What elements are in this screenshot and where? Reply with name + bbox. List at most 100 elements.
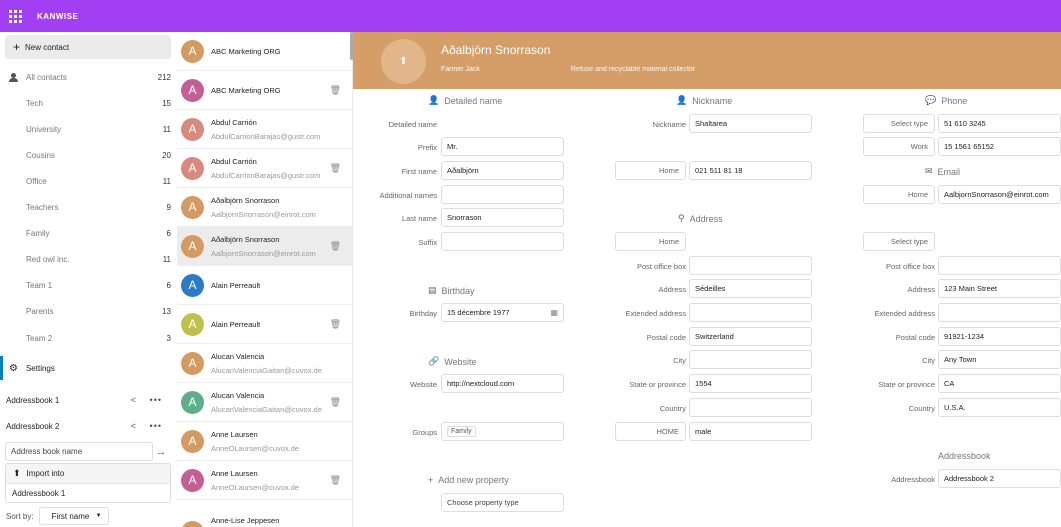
suffix-input[interactable] (441, 232, 564, 251)
contact-item[interactable]: A Alucan Valencia AlucanValenciaGaitan@c… (177, 344, 352, 383)
extended-address-input[interactable] (938, 303, 1061, 322)
nickname-home-input[interactable]: 021 511 81 18 (689, 161, 812, 180)
sidebar-item-tech[interactable]: Tech 15 (0, 93, 177, 113)
avatar: A (181, 429, 204, 453)
contact-title[interactable]: Refuse and recyclable material collector (571, 66, 695, 73)
postal-code-input[interactable]: Switzerland (689, 327, 812, 346)
contact-item[interactable]: A ABC Marketing ORG 🗑 (177, 71, 352, 110)
country-input[interactable] (689, 398, 812, 417)
sidebar-item-red-owl[interactable]: Red owl inc. 11 (0, 249, 177, 269)
sort-by-select[interactable]: First name ▼ (38, 507, 109, 525)
import-target-option[interactable]: Addressbook 1 (6, 484, 170, 503)
address-type-select[interactable]: Home (615, 232, 686, 251)
sidebar-item-parents[interactable]: Parents 13 (0, 301, 177, 321)
link-icon: 🔗 (428, 356, 440, 366)
upload-avatar-icon[interactable]: ⬆ (381, 39, 426, 84)
country-input[interactable]: U.S.A. (938, 398, 1061, 417)
address-input[interactable]: 123 Main Street (938, 279, 1061, 298)
apps-menu-icon[interactable] (9, 9, 22, 23)
sidebar-item-teachers[interactable]: Teachers 9 (0, 197, 177, 217)
sidebar-item-cousins[interactable]: Cousins 20 (0, 145, 177, 165)
contact-item[interactable]: A Alain Perreault 🗑 (177, 305, 352, 344)
contact-org[interactable]: Farmer Jack (441, 66, 480, 73)
nickname-type-select[interactable]: Home (615, 161, 686, 180)
settings-toggle[interactable]: ⚙ Settings (0, 356, 177, 380)
share-icon[interactable]: < (131, 421, 136, 431)
extra-type-select[interactable]: HOME (615, 422, 686, 441)
arrow-right-icon[interactable]: → (153, 442, 169, 461)
calendar-icon[interactable]: ▦ (550, 308, 558, 317)
trash-icon[interactable]: 🗑 (330, 85, 341, 96)
contact-item-selected[interactable]: A Aðalbjörn Snorrason AalbjornSnorrason@… (177, 227, 352, 266)
prefix-input[interactable]: Mr. (441, 137, 564, 156)
phone-type-select[interactable]: Work (863, 137, 935, 156)
phone-type-select[interactable]: Select type (863, 114, 935, 133)
contact-item[interactable]: A Alucan Valencia AlucanValenciaGaitan@c… (177, 383, 352, 422)
share-icon[interactable]: < (131, 395, 136, 405)
trash-icon[interactable]: 🗑 (330, 319, 341, 330)
brand-logo[interactable]: KANWISE (37, 12, 78, 21)
email-type-select[interactable]: Home (863, 185, 935, 204)
trash-icon[interactable]: 🗑 (330, 475, 341, 486)
top-bar: KANWISE (0, 0, 1061, 32)
additional-names-input[interactable] (441, 185, 564, 204)
phone-input[interactable]: 51 610 3245 (938, 114, 1061, 133)
city-input[interactable] (689, 350, 812, 369)
first-name-input[interactable]: Aðalbjörn (441, 161, 564, 180)
contact-item[interactable]: A Anne-Lise Jeppesen (177, 508, 352, 527)
nickname-input[interactable]: Shaltarea (689, 114, 812, 133)
group-chip[interactable]: Family (447, 426, 476, 437)
city-input[interactable]: Any Town (938, 350, 1061, 369)
address2-type-select[interactable]: Select type (863, 232, 935, 251)
sidebar-item-team-1[interactable]: Team 1 6 (0, 275, 177, 295)
sidebar-item-label: Parents (26, 306, 54, 316)
sidebar-item-team-2[interactable]: Team 2 3 (0, 328, 177, 348)
address-input[interactable]: Sédeilles (689, 279, 812, 298)
contact-item[interactable]: A Anne Laursen AnneOLaursen@cuvox.de (177, 422, 352, 461)
import-into-button[interactable]: ⬆ Import into (6, 464, 170, 484)
contact-item[interactable]: A Abdul Carrión AbdulCarrionBarajas@gust… (177, 110, 352, 149)
contact-name: Abdul Carrión (211, 156, 257, 166)
email-input[interactable]: AalbjornSnorrason@einrot.com (938, 185, 1061, 204)
last-name-input[interactable]: Snorrason (441, 208, 564, 227)
birthday-input[interactable]: 15 décembre 1977 ▦ (441, 303, 564, 322)
addressbook-select[interactable]: Addressbook 2 (938, 469, 1061, 488)
sidebar-item-university[interactable]: University 11 (0, 119, 177, 139)
sidebar-item-all-contacts[interactable]: All contacts 212 (0, 67, 177, 87)
pobox-input[interactable] (689, 256, 812, 275)
trash-icon[interactable]: 🗑 (330, 163, 341, 174)
sidebar-item-label: University (26, 124, 62, 134)
contact-name: Alucan Valencia (211, 351, 265, 361)
contact-item[interactable]: A ABC Marketing ORG (177, 32, 352, 71)
sidebar-item-family[interactable]: Family 6 (0, 223, 177, 243)
trash-icon[interactable]: 🗑 (330, 397, 341, 408)
contact-item[interactable]: A Aðalbjörn Snorrason AalbjornSnorrason@… (177, 188, 352, 227)
contact-fullname[interactable]: Aðalbjörn Snorrason (441, 43, 550, 57)
more-icon[interactable]: ••• (150, 421, 162, 431)
addressbook-row: Addressbook 1 < ••• (6, 392, 166, 408)
phone-input[interactable]: 15 1561 65152 (938, 137, 1061, 156)
property-type-select[interactable]: Choose property type (441, 493, 564, 512)
postal-code-input[interactable]: 91921-1234 (938, 327, 1061, 346)
sidebar-item-count: 11 (162, 176, 171, 186)
sidebar-item-office[interactable]: Office 11 (0, 171, 177, 191)
pobox-input[interactable] (938, 256, 1061, 275)
contact-item[interactable]: A Anne Laursen AnneOLaursen@cuvox.de 🗑 (177, 461, 352, 500)
new-contact-button[interactable]: + New contact (5, 35, 171, 59)
website-input[interactable]: http://nextcloud.com (441, 374, 564, 393)
state-input[interactable]: 1554 (689, 374, 812, 393)
state-input[interactable]: CA (938, 374, 1061, 393)
addressbook-name-input[interactable]: Address book name (5, 442, 153, 461)
chat-icon: 💬 (925, 95, 937, 105)
sidebar-item-label: All contacts (26, 72, 67, 82)
extra-value-input[interactable]: male (689, 422, 812, 441)
contact-name: Alucan Valencia (211, 390, 265, 400)
more-icon[interactable]: ••• (150, 395, 162, 405)
groups-input[interactable]: Family (441, 422, 564, 441)
avatar: A (181, 390, 204, 414)
contact-item[interactable]: A Alain Perreault (177, 266, 352, 305)
extended-address-input[interactable] (689, 303, 812, 322)
extended-address-label: Extended address (625, 309, 686, 318)
contact-item[interactable]: A Abdul Carrión AbdulCarrionBarajas@gust… (177, 149, 352, 188)
trash-icon[interactable]: 🗑 (330, 241, 341, 252)
